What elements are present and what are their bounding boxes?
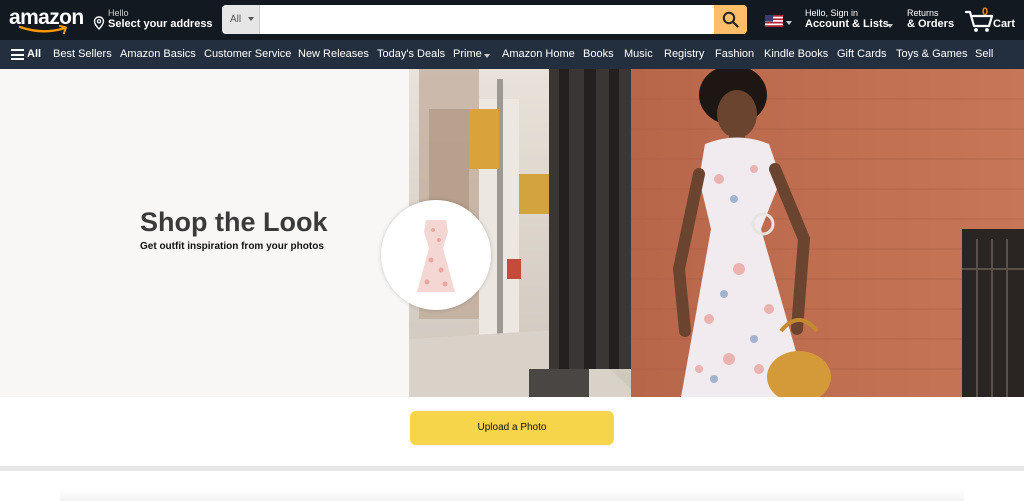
- nav-item-gift-cards[interactable]: Gift Cards: [837, 48, 887, 60]
- account-greeting: Hello, Sign in: [805, 8, 859, 18]
- nav-item-kindle-books[interactable]: Kindle Books: [764, 48, 828, 60]
- nav-item-amazon-home[interactable]: Amazon Home: [502, 48, 575, 60]
- nav-item-new-releases[interactable]: New Releases: [298, 48, 369, 60]
- cart-label: Cart: [993, 18, 1016, 30]
- next-section-card: [60, 488, 964, 501]
- product-thumbnail-dress[interactable]: [381, 200, 491, 310]
- nav-item-toys-games[interactable]: Toys & Games: [896, 48, 968, 60]
- secondary-navbar: All Best Sellers Amazon Basics Customer …: [0, 40, 1024, 69]
- account-lists-label: Account & Lists: [805, 18, 889, 30]
- cart-count: 0: [981, 6, 989, 18]
- nav-item-amazon-basics[interactable]: Amazon Basics: [120, 48, 196, 60]
- search-category-dropdown[interactable]: All: [222, 5, 260, 34]
- top-navbar: amazon Hello Select your address All Hel…: [0, 0, 1024, 40]
- nav-item-todays-deals[interactable]: Today's Deals: [377, 48, 445, 60]
- nav-item-customer-service[interactable]: Customer Service: [204, 48, 291, 60]
- returns-label: Returns: [907, 8, 939, 18]
- location-pin-icon: [93, 16, 105, 30]
- nav-item-fashion[interactable]: Fashion: [715, 48, 754, 60]
- nav-item-registry[interactable]: Registry: [664, 48, 704, 60]
- all-menu-label: All: [27, 48, 42, 60]
- section-divider: [0, 466, 1024, 471]
- hero-street-photo: [409, 69, 1024, 397]
- orders-label: & Orders: [907, 18, 955, 30]
- hero-title: Shop the Look: [140, 207, 328, 237]
- nav-item-best-sellers[interactable]: Best Sellers: [53, 48, 112, 60]
- search-icon: [722, 11, 739, 28]
- search-input[interactable]: [260, 5, 714, 34]
- search-category-label: All: [230, 14, 242, 25]
- hamburger-icon: [11, 49, 24, 60]
- hero-banner: Shop the Look Get outfit inspiration fro…: [0, 69, 1024, 397]
- logo-smile-icon: [19, 25, 67, 34]
- search-bar: All: [222, 5, 747, 34]
- amazon-logo[interactable]: amazon: [9, 6, 85, 34]
- cart-button[interactable]: 0 Cart: [965, 5, 1021, 35]
- select-address[interactable]: Hello Select your address: [93, 8, 213, 34]
- address-hello-text: Hello: [108, 8, 129, 18]
- nav-item-prime[interactable]: Prime: [453, 48, 482, 60]
- address-label: Select your address: [108, 18, 213, 30]
- nav-item-music[interactable]: Music: [624, 48, 653, 60]
- caret-down-icon: [248, 17, 254, 21]
- prime-caret-icon[interactable]: [484, 54, 490, 58]
- nav-item-books[interactable]: Books: [583, 48, 614, 60]
- us-flag-icon[interactable]: [765, 15, 783, 27]
- returns-and-orders[interactable]: Returns & Orders: [907, 8, 961, 34]
- language-caret-icon[interactable]: [786, 21, 792, 25]
- nav-item-sell[interactable]: Sell: [975, 48, 993, 60]
- upload-photo-button[interactable]: Upload a Photo: [410, 411, 614, 445]
- hero-subtitle: Get outfit inspiration from your photos: [140, 241, 324, 252]
- search-button[interactable]: [714, 5, 747, 34]
- account-caret-icon: [887, 24, 893, 28]
- account-and-lists[interactable]: Hello, Sign in Account & Lists: [805, 8, 897, 34]
